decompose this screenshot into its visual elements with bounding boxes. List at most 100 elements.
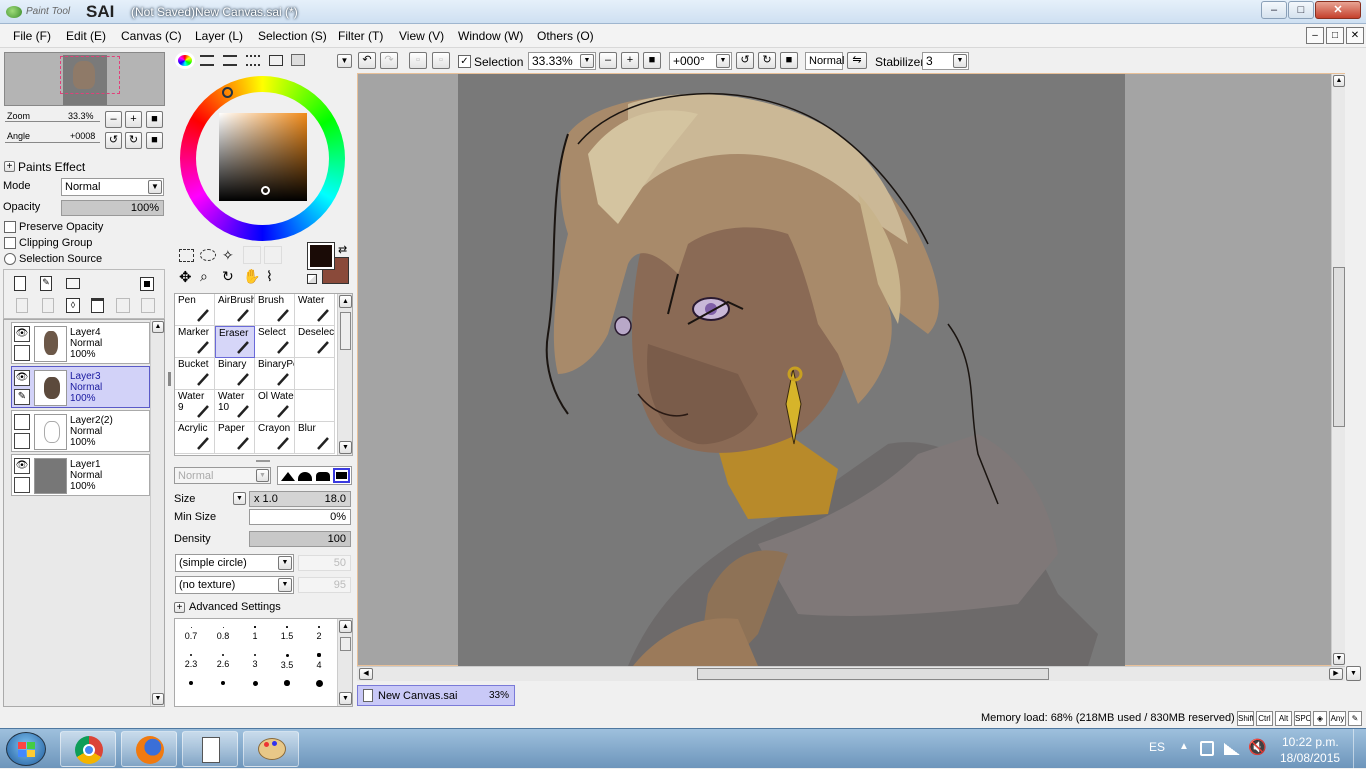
canvas-rotate-reset-icon[interactable]: ■ [780, 52, 798, 69]
new-layer-icon[interactable] [14, 276, 26, 291]
merge-down-icon[interactable] [42, 298, 54, 313]
canvas-vertical-scrollbar[interactable]: ▲ ▼ [1331, 74, 1345, 666]
zoom-in-button[interactable]: + [125, 111, 142, 128]
size-slider[interactable]: x 1.0 18.0 [249, 491, 351, 507]
flip-canvas-icon[interactable]: ⇋ [847, 52, 867, 69]
canvas-zoom-in-button[interactable]: + [621, 52, 639, 69]
zoom-reset-button[interactable]: ■ [146, 111, 163, 128]
eyedropper-tool-icon[interactable]: ⌇ [266, 268, 273, 285]
brush-size-preset[interactable] [271, 677, 303, 699]
mdi-restore-button[interactable]: □ [1326, 27, 1344, 44]
undo-icon[interactable]: ↶ [358, 52, 376, 69]
round-edge-icon[interactable] [316, 472, 330, 481]
volume-muted-icon[interactable]: 🔇 [1248, 738, 1267, 756]
brush-size-preset[interactable]: 1.5 [271, 621, 303, 643]
tool-pen[interactable]: Pen [175, 294, 215, 326]
tool-deselect[interactable]: Deselect [295, 326, 335, 358]
paints-effect-expand-icon[interactable]: + [4, 161, 15, 172]
layer-lock-checkbox[interactable] [14, 433, 30, 449]
rotate-left-button[interactable]: ↺ [105, 132, 122, 149]
tool-grid-scroll-thumb[interactable] [340, 312, 351, 350]
panel-options-button[interactable]: ▼ [337, 54, 352, 68]
canvas-hscroll-thumb[interactable] [697, 668, 1049, 680]
canvas-viewport[interactable]: ▲ ▼ [357, 73, 1345, 666]
preserve-opacity-checkbox[interactable] [4, 221, 16, 233]
canvas-rotate-left-icon[interactable]: ↺ [736, 52, 754, 69]
transparent-color-icon[interactable] [307, 274, 317, 284]
windows-start-icon[interactable] [6, 732, 46, 766]
marquee-tool-icon[interactable] [179, 249, 194, 262]
tool-grid-scrollbar[interactable]: ▲ ▼ [337, 294, 352, 455]
close-button[interactable]: ✕ [1315, 1, 1361, 19]
hsv-slider-tab[interactable] [223, 55, 237, 66]
angle-slider[interactable] [5, 142, 100, 143]
texture-strength-slider[interactable]: 95 [298, 577, 351, 593]
redo-icon[interactable]: ↷ [380, 52, 398, 69]
primary-color-swatch[interactable] [307, 242, 335, 270]
layer-lock-checkbox[interactable] [14, 345, 30, 361]
clipping-group-checkbox[interactable] [4, 237, 16, 249]
chrome-icon[interactable] [60, 731, 116, 767]
brush-size-preset[interactable]: 2.3 [175, 649, 207, 671]
layer-item-layer4[interactable]: 👁 Layer4 Normal 100% [11, 322, 150, 364]
clock-time[interactable]: 10:22 p.m. [1282, 735, 1339, 749]
canvas-blend-select[interactable]: Normal [805, 52, 844, 70]
stabilizer-select[interactable]: 3 ▼ [922, 52, 969, 70]
menu-edit[interactable]: Edit (E) [66, 29, 106, 43]
size-multiplier-button[interactable]: ▼ [233, 492, 246, 505]
brush-blend-select[interactable]: Normal ▼ [174, 467, 271, 484]
network-icon[interactable] [1224, 743, 1240, 755]
tool-water-10[interactable]: Water 10 [215, 390, 255, 422]
brush-texture-select[interactable]: (no texture) ▼ [175, 576, 294, 594]
tool-eraser[interactable]: Eraser [215, 326, 255, 358]
tool-ol-water[interactable]: Ol Water [255, 390, 295, 422]
saturation-value-square[interactable] [219, 113, 307, 201]
density-slider[interactable]: 100 [249, 531, 351, 547]
scratchpad-tab[interactable] [269, 55, 283, 66]
zoom-tool-icon[interactable]: ⌕ [200, 268, 208, 285]
brush-size-preset[interactable] [175, 677, 207, 699]
navigator-preview[interactable] [4, 52, 165, 106]
hand-tool-icon[interactable]: ✋ [243, 268, 260, 285]
rotate-right-button[interactable]: ↻ [125, 132, 142, 149]
brush-size-preset[interactable]: 1 [239, 621, 271, 643]
merge-visible-icon[interactable] [141, 298, 155, 313]
color-wheel-tab[interactable] [175, 52, 195, 69]
tool-water-9[interactable]: Water 9 [175, 390, 215, 422]
paint-icon[interactable] [243, 731, 299, 767]
brush-edit-icon[interactable]: ✎ [14, 389, 30, 405]
document-tab[interactable]: New Canvas.sai 33% [357, 685, 515, 706]
tool-blur[interactable]: Blur [295, 422, 335, 454]
brush-size-preset[interactable]: 3 [239, 649, 271, 671]
canvas-zoom-out-button[interactable]: – [599, 52, 617, 69]
firefox-icon[interactable] [121, 731, 177, 767]
menu-window[interactable]: Window (W) [458, 29, 523, 43]
menu-file[interactable]: File (F) [13, 29, 51, 43]
soft-edge-icon[interactable] [298, 472, 312, 481]
layer-mask-icon[interactable] [140, 277, 154, 291]
clear-layer-icon[interactable]: ◊ [66, 298, 80, 313]
selection-checkbox[interactable]: ✓ [458, 55, 471, 68]
brush-size-preset[interactable] [239, 677, 271, 699]
eye-icon[interactable]: 👁 [14, 458, 30, 474]
hue-wheel[interactable] [180, 76, 345, 241]
menu-others[interactable]: Others (O) [537, 29, 594, 43]
tool-select[interactable]: Select [255, 326, 295, 358]
show-hidden-icons[interactable]: ▲ [1179, 741, 1189, 752]
magic-wand-icon[interactable]: ✧ [222, 247, 234, 264]
tool-acrylic[interactable]: Acrylic [175, 422, 215, 454]
brush-size-preset[interactable]: 0.7 [175, 621, 207, 643]
menu-selection[interactable]: Selection (S) [258, 29, 327, 43]
tool-paper[interactable]: Paper [215, 422, 255, 454]
layer-opacity-slider[interactable]: 100% [61, 200, 164, 216]
tool-water[interactable]: Water [295, 294, 335, 326]
deselect-icon[interactable]: ▫ [409, 52, 427, 69]
panel-splitter[interactable] [168, 372, 171, 386]
advanced-settings-expand-icon[interactable]: + [174, 602, 185, 613]
canvas-horizontal-scrollbar[interactable]: ◀ ▶ [357, 666, 1345, 681]
shape-strength-slider[interactable]: 50 [298, 555, 351, 571]
tool-marker[interactable]: Marker [175, 326, 215, 358]
notepad-icon[interactable] [182, 731, 238, 767]
tool-binary[interactable]: Binary [215, 358, 255, 390]
zoom-slider[interactable] [5, 121, 100, 122]
